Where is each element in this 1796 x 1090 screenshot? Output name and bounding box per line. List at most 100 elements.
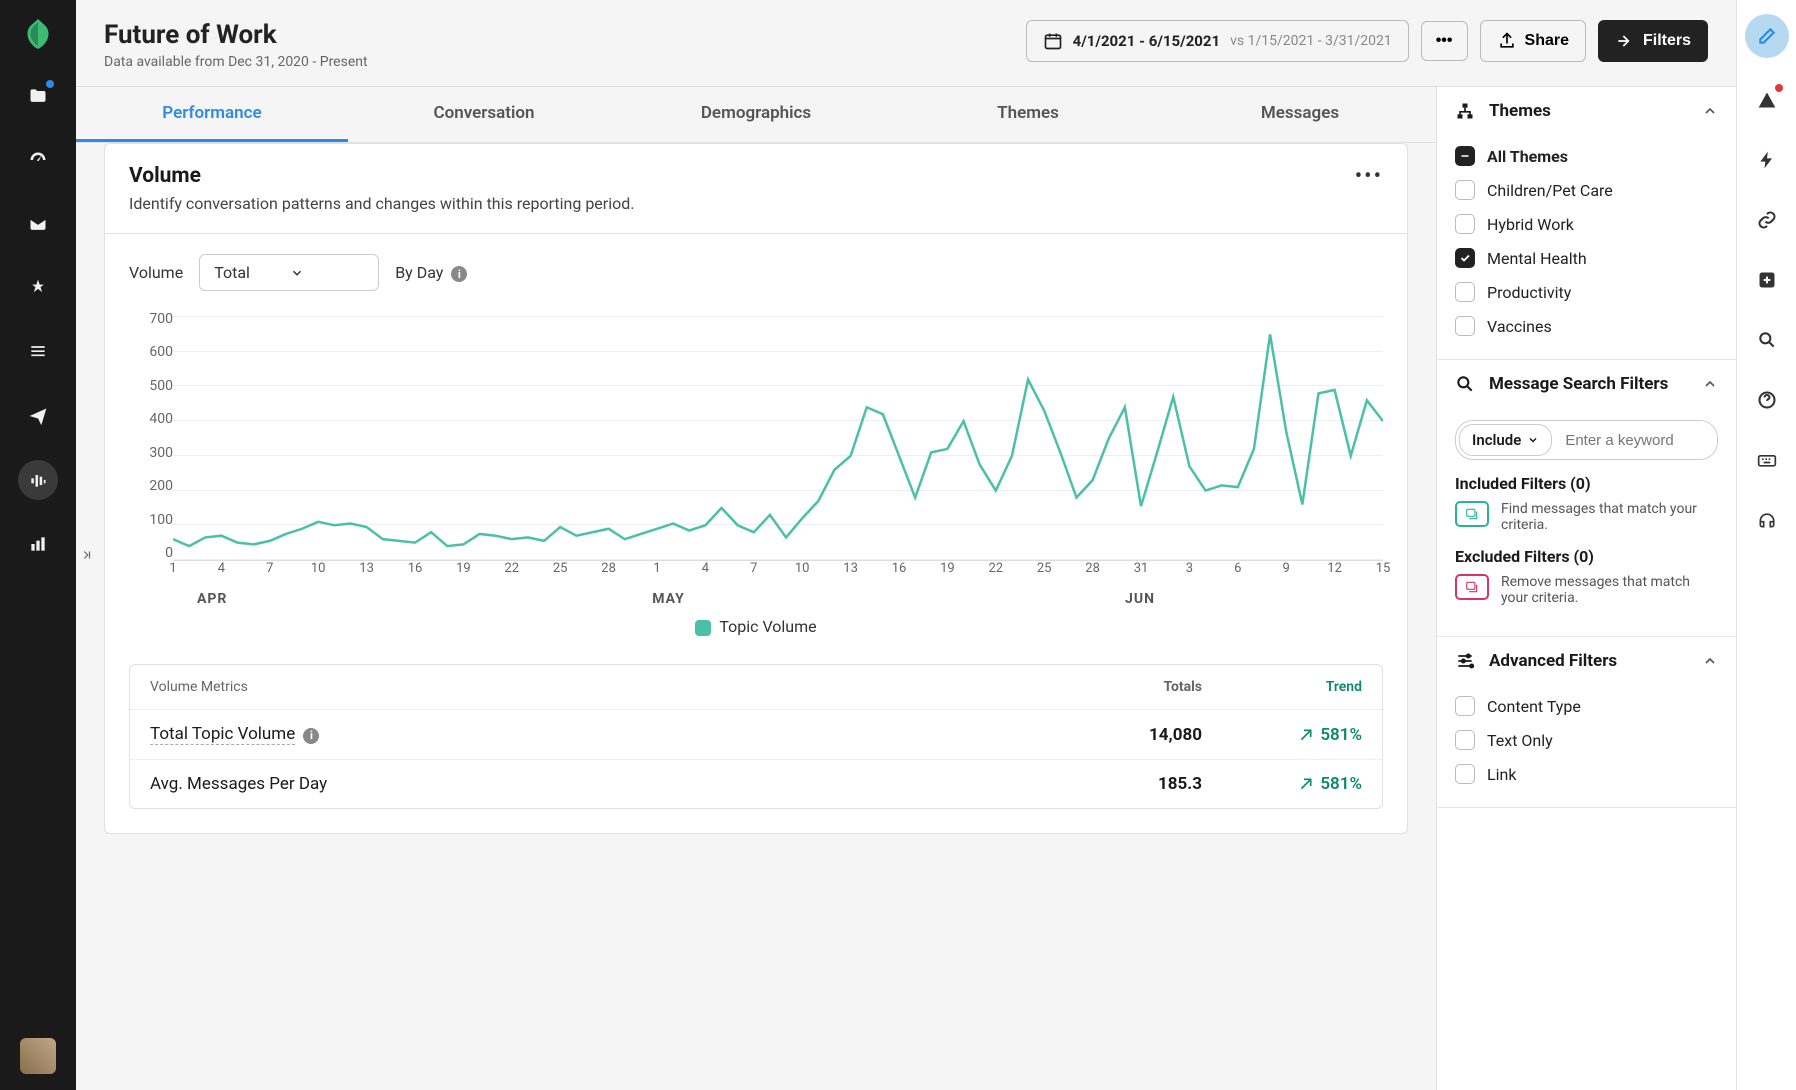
tab-messages[interactable]: Messages <box>1164 87 1436 142</box>
checkbox <box>1455 696 1475 716</box>
more-options-button[interactable]: ••• <box>1421 21 1468 61</box>
link-icon <box>1757 210 1777 230</box>
nav-folder[interactable] <box>18 76 58 116</box>
included-hint: Find messages that match your criteria. <box>1455 501 1718 533</box>
share-button[interactable]: Share <box>1480 20 1586 62</box>
keyboard-button[interactable] <box>1749 442 1785 478</box>
compose-button[interactable] <box>1745 14 1789 58</box>
theme-label: Children/Pet Care <box>1487 181 1613 200</box>
notification-dot <box>1775 84 1783 92</box>
checkbox <box>1455 180 1475 200</box>
keyword-input[interactable] <box>1555 421 1718 459</box>
metrics-header-trend: Trend <box>1202 679 1362 695</box>
nav-listening[interactable] <box>18 460 58 500</box>
metrics-row: Total Topic Volume i14,080581% <box>130 710 1382 759</box>
theme-label: Mental Health <box>1487 249 1587 268</box>
nav-feed[interactable] <box>18 332 58 372</box>
nav-pins[interactable] <box>18 268 58 308</box>
metrics-header-totals: Totals <box>1042 679 1202 695</box>
tab-demographics[interactable]: Demographics <box>620 87 892 142</box>
volume-metrics-table: Volume Metrics Totals Trend Total Topic … <box>129 664 1383 809</box>
help-icon <box>1757 390 1777 410</box>
theme-row[interactable]: Vaccines <box>1455 309 1718 343</box>
legend-swatch <box>695 620 711 636</box>
left-nav-rail <box>0 0 76 1090</box>
search-icon <box>1757 330 1777 350</box>
excluded-filters-label: Excluded Filters (0) <box>1455 547 1718 566</box>
date-range-picker[interactable]: 4/1/2021 - 6/15/2021 vs 1/15/2021 - 3/31… <box>1026 20 1409 62</box>
bolt-button[interactable] <box>1749 142 1785 178</box>
info-icon[interactable]: i <box>451 266 467 282</box>
checkbox <box>1455 214 1475 234</box>
add-button[interactable] <box>1749 262 1785 298</box>
filter-mode-select[interactable]: Include <box>1459 424 1552 456</box>
chevron-up-icon <box>1702 376 1718 392</box>
bolt-icon <box>1757 150 1777 170</box>
advanced-row[interactable]: Content Type <box>1455 689 1718 723</box>
checkbox <box>1455 764 1475 784</box>
theme-label: Vaccines <box>1487 317 1552 336</box>
theme-label: Hybrid Work <box>1487 215 1574 234</box>
card-description: Identify conversation patterns and chang… <box>129 194 634 213</box>
help-button[interactable] <box>1749 382 1785 418</box>
tab-performance[interactable]: Performance <box>76 87 348 142</box>
message-filters-toggle[interactable]: Message Search Filters <box>1437 360 1736 408</box>
advanced-row[interactable]: Link <box>1455 757 1718 791</box>
chevron-down-icon <box>1527 434 1539 446</box>
alerts-button[interactable] <box>1749 82 1785 118</box>
theme-row[interactable]: Productivity <box>1455 275 1718 309</box>
link-button[interactable] <box>1749 202 1785 238</box>
page-header: Future of Work Data available from Dec 3… <box>76 0 1736 87</box>
filters-arrow-icon <box>1615 31 1635 51</box>
metrics-header-label: Volume Metrics <box>150 679 1042 695</box>
card-menu-button[interactable]: ••• <box>1355 164 1383 189</box>
include-icon <box>1455 501 1489 527</box>
themes-section-toggle[interactable]: Themes <box>1437 87 1736 135</box>
excluded-hint: Remove messages that match your criteria… <box>1455 574 1718 606</box>
theme-label: Productivity <box>1487 283 1571 302</box>
nav-inbox[interactable] <box>18 204 58 244</box>
plus-square-icon <box>1757 270 1777 290</box>
theme-row[interactable]: Mental Health <box>1455 241 1718 275</box>
advanced-label: Text Only <box>1487 731 1553 750</box>
app-logo <box>20 16 56 52</box>
theme-row[interactable]: Children/Pet Care <box>1455 173 1718 207</box>
chevron-down-icon <box>290 266 304 280</box>
utility-rail <box>1736 0 1796 1090</box>
advanced-row[interactable]: Text Only <box>1455 723 1718 757</box>
nav-reports[interactable] <box>18 524 58 564</box>
nav-dashboard[interactable] <box>18 140 58 180</box>
volume-type-select[interactable]: Total <box>199 254 379 291</box>
theme-row[interactable]: Hybrid Work <box>1455 207 1718 241</box>
card-title: Volume <box>129 164 634 188</box>
user-avatar[interactable] <box>20 1038 56 1074</box>
advanced-label: Content Type <box>1487 697 1581 716</box>
included-filters-label: Included Filters (0) <box>1455 474 1718 493</box>
checkbox-indeterminate <box>1455 146 1475 166</box>
checkbox <box>1455 316 1475 336</box>
hierarchy-icon <box>1455 101 1475 121</box>
filters-sidebar: Themes All Themes Children/Pet Care Hybri… <box>1436 87 1736 1090</box>
nav-send[interactable] <box>18 396 58 436</box>
expand-nav-handle[interactable] <box>76 545 96 565</box>
checkbox <box>1455 248 1475 268</box>
support-button[interactable] <box>1749 502 1785 538</box>
search-icon <box>1455 374 1475 394</box>
notification-dot <box>46 80 54 88</box>
checkbox <box>1455 730 1475 750</box>
chart-legend: Topic Volume <box>129 607 1383 656</box>
filters-button[interactable]: Filters <box>1598 20 1708 62</box>
keyword-filter-input-row: Include <box>1455 420 1718 460</box>
metrics-row: Avg. Messages Per Day185.3581% <box>130 759 1382 808</box>
headset-icon <box>1757 510 1777 530</box>
all-themes-row[interactable]: All Themes <box>1455 139 1718 173</box>
checkbox <box>1455 282 1475 302</box>
volume-line-chart: 0100200300400500600700 14710131619222528… <box>129 311 1383 591</box>
tab-themes[interactable]: Themes <box>892 87 1164 142</box>
info-icon[interactable]: i <box>303 728 319 744</box>
advanced-filters-toggle[interactable]: Advanced Filters <box>1437 637 1736 685</box>
tab-conversation[interactable]: Conversation <box>348 87 620 142</box>
search-button[interactable] <box>1749 322 1785 358</box>
alert-icon <box>1757 90 1777 110</box>
compose-icon <box>1757 26 1777 46</box>
